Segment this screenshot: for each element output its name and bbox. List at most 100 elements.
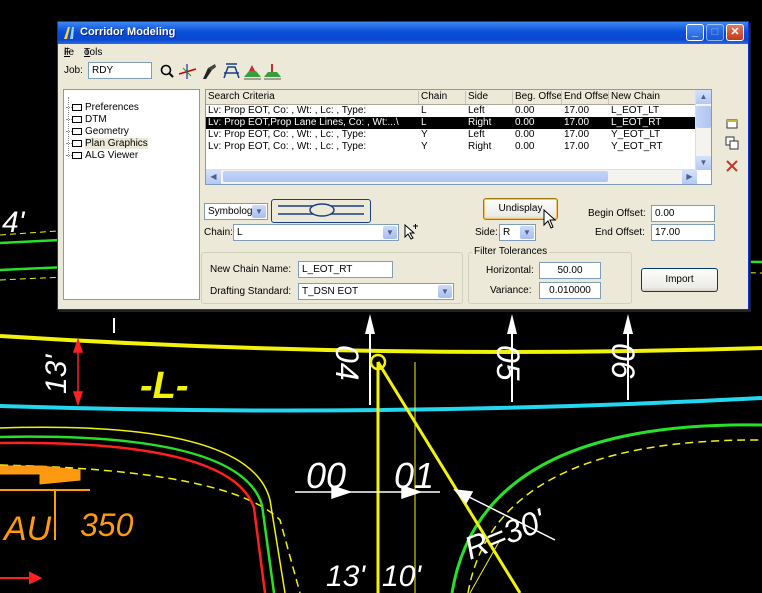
cad-label: R=30' [459, 501, 552, 566]
copy-icon[interactable] [725, 136, 739, 150]
scroll-left-icon[interactable]: ◀ [206, 170, 221, 184]
search-icon[interactable] [158, 62, 177, 81]
table-cell: Y_EOT_LT [611, 129, 661, 140]
table-cell: L_EOT_RT [611, 117, 662, 128]
plan-graphics-list: Search Criteria Chain Side Beg. Offse En… [205, 89, 712, 185]
cross-section-icon[interactable] [222, 62, 241, 81]
new-chain-name-input[interactable]: L_EOT_RT [298, 261, 393, 278]
chain-select[interactable]: L ▼ [233, 224, 399, 241]
job-toolbar: Job: RDY [62, 61, 744, 83]
symbology-preview-button[interactable] [271, 199, 371, 223]
job-label: Job: [64, 65, 83, 76]
cad-label: 4' [2, 206, 26, 239]
column-header[interactable]: End Offse [562, 91, 609, 104]
table-cell: 17.00 [564, 141, 590, 152]
corridor-modeling-window: Corridor Modeling _ □ ✕ File Tools Job: … [57, 21, 749, 310]
scroll-thumb[interactable] [696, 106, 711, 128]
cad-label: AU [2, 510, 52, 548]
menu-bar: File Tools [64, 47, 103, 58]
minimize-button[interactable]: _ [686, 24, 704, 41]
cad-label: 13' [40, 354, 73, 394]
corridor-icon[interactable] [263, 62, 282, 81]
new-icon[interactable] [725, 117, 739, 131]
table-cell: Lv: Prop EOT, Co: , Wt: , Lc: , Type: [208, 141, 367, 152]
import-button[interactable]: Import [641, 268, 718, 292]
table-cell: Lv: Prop EOT, Co: , Wt: , Lc: , Type: [208, 129, 367, 140]
table-cell: 0.00 [515, 129, 535, 140]
filter-tolerances-title: Filter Tolerances [472, 246, 550, 257]
table-row[interactable]: Lv: Prop EOT, Co: , Wt: , Lc: , Type: Y Le… [206, 129, 697, 141]
chevron-down-icon: ▼ [252, 205, 266, 218]
chevron-down-icon: ▼ [438, 285, 452, 298]
scroll-thumb[interactable] [223, 171, 608, 182]
title-bar[interactable]: Corridor Modeling _ □ ✕ [58, 22, 748, 44]
table-cell: Y_EOT_RT [611, 141, 663, 152]
delete-icon[interactable] [725, 159, 739, 173]
table-cell: Lv: Prop EOT,Prop Lane Lines, Co: , Wt:.… [208, 117, 399, 128]
tree-item-alg-viewer[interactable]: ALG Viewer [66, 150, 138, 163]
table-cell: Left [468, 129, 485, 140]
centerline-alignment [0, 334, 762, 354]
column-header[interactable]: New Chain [609, 91, 697, 104]
pick-chain-icon[interactable] [402, 223, 420, 241]
cad-label: 05 [490, 345, 526, 381]
drafting-standard-label: Drafting Standard: [210, 286, 292, 297]
end-offset-label: End Offset: [595, 227, 645, 238]
table-row[interactable]: Lv: Prop EOT, Co: , Wt: , Lc: , Type: Y Ri… [206, 141, 697, 153]
maximize-button[interactable]: □ [706, 24, 724, 41]
scroll-right-icon[interactable]: ▶ [682, 170, 697, 184]
survey-icon[interactable] [200, 62, 219, 81]
table-cell: L [421, 117, 427, 128]
chevron-down-icon: ▼ [520, 226, 534, 239]
begin-offset-input[interactable]: 0.00 [651, 205, 715, 222]
list-header: Search Criteria Chain Side Beg. Offse En… [206, 90, 697, 105]
end-offset-input[interactable]: 17.00 [651, 224, 715, 241]
scroll-down-icon[interactable]: ▼ [696, 156, 711, 170]
variance-input[interactable]: 0.010000 [539, 282, 601, 299]
table-cell: Y [421, 141, 428, 152]
horizontal-input[interactable]: 50.00 [539, 262, 601, 279]
variance-label: Variance: [490, 285, 532, 296]
job-input[interactable]: RDY [88, 62, 152, 79]
cad-label: -L- [140, 365, 189, 407]
table-cell: 17.00 [564, 105, 590, 116]
scroll-up-icon[interactable]: ▲ [696, 90, 711, 104]
column-header[interactable]: Side [466, 91, 513, 104]
line-style-preview-icon [278, 203, 364, 217]
table-cell: L_EOT_LT [611, 105, 660, 116]
cad-label: 350 [80, 507, 134, 543]
close-button[interactable]: ✕ [726, 24, 744, 41]
drafting-standard-select[interactable]: T_DSN EOT ▼ [298, 283, 454, 300]
navigation-tree: Preferences DTM Geometry Plan Graphics A… [63, 89, 200, 300]
column-header[interactable]: Search Criteria [206, 91, 419, 104]
window-title: Corridor Modeling [80, 26, 176, 38]
table-cell: Y [421, 129, 428, 140]
cad-label: 06 [605, 343, 641, 379]
side-label: Side: [475, 227, 498, 238]
column-header[interactable]: Beg. Offse [513, 91, 562, 104]
table-cell: Lv: Prop EOT, Co: , Wt: , Lc: , Type: [208, 105, 367, 116]
table-row[interactable]: Lv: Prop EOT, Co: , Wt: , Lc: , Type: L Le… [206, 105, 697, 117]
symbology-select[interactable]: Symbology ▼ [204, 203, 268, 220]
app-icon [64, 27, 74, 39]
side-select[interactable]: R ▼ [499, 224, 536, 241]
mouse-cursor-icon [543, 209, 557, 229]
table-cell: 17.00 [564, 129, 590, 140]
horizontal-label: Horizontal: [486, 265, 534, 276]
template-icon[interactable] [243, 62, 262, 81]
table-cell: 0.00 [515, 141, 535, 152]
column-header[interactable]: Chain [419, 91, 466, 104]
list-vertical-scrollbar[interactable]: ▲ ▼ [695, 90, 711, 170]
cad-label: 00 [306, 455, 346, 496]
begin-offset-label: Begin Offset: [588, 208, 646, 219]
chain-label: Chain: [204, 227, 233, 238]
table-cell: Left [468, 105, 485, 116]
alignment-icon[interactable] [178, 62, 197, 81]
chevron-down-icon: ▼ [383, 226, 397, 239]
table-cell: 0.00 [515, 105, 535, 116]
table-row[interactable]: Lv: Prop EOT,Prop Lane Lines, Co: , Wt:.… [206, 117, 697, 129]
table-cell: 17.00 [564, 117, 590, 128]
list-horizontal-scrollbar[interactable]: ◀ ▶ [206, 169, 697, 184]
table-cell: L [421, 105, 427, 116]
cad-label: 01 [394, 455, 434, 496]
